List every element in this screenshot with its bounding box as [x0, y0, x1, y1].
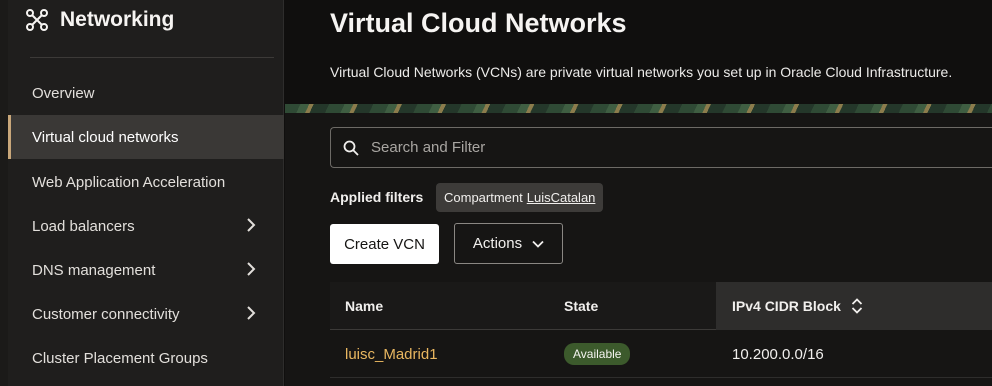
networking-icon	[26, 9, 48, 31]
chevron-right-icon[interactable]	[246, 218, 256, 232]
sidebar-item-label: Web Application Acceleration	[32, 173, 226, 191]
left-edge-strip	[0, 0, 8, 386]
sidebar: Networking Overview Virtual cloud networ…	[8, 0, 284, 386]
search-bar[interactable]	[330, 127, 992, 168]
page-description: Virtual Cloud Networks (VCNs) are privat…	[330, 64, 953, 80]
header-decorative-band	[285, 104, 992, 113]
table-cell-state: Available	[564, 330, 631, 378]
column-header-name[interactable]: Name	[345, 282, 383, 330]
main-content: Virtual Cloud Networks Virtual Cloud Net…	[285, 0, 992, 386]
table-row: luisc_Madrid1 Available 10.200.0.0/16	[330, 330, 992, 378]
sidebar-item-label: Overview	[32, 84, 95, 102]
sidebar-item-label: Cluster Placement Groups	[32, 349, 208, 367]
vcn-table: Name State IPv4 CIDR Block luisc_Madrid1…	[330, 282, 992, 386]
column-header-state[interactable]: State	[564, 282, 598, 330]
content-area: Applied filters Compartment LuisCatalan …	[285, 113, 992, 386]
create-vcn-button[interactable]: Create VCN	[330, 224, 439, 264]
sidebar-item-label: Virtual cloud networks	[32, 128, 179, 146]
column-header-ipv4-cidr[interactable]: IPv4 CIDR Block	[716, 282, 992, 330]
page-header: Virtual Cloud Networks Virtual Cloud Net…	[285, 0, 992, 104]
actions-menu-button[interactable]: Actions	[454, 223, 563, 264]
status-badge: Available	[564, 343, 631, 365]
filter-chip-key: Compartment	[444, 190, 523, 205]
sidebar-item-cluster-placement-groups[interactable]: Cluster Placement Groups	[8, 336, 284, 380]
column-header-label: IPv4 CIDR Block	[732, 298, 841, 314]
table-cell-cidr: 10.200.0.0/16	[732, 345, 824, 363]
table-header: Name State IPv4 CIDR Block	[330, 282, 992, 330]
actions-label: Actions	[472, 235, 523, 252]
sidebar-item-virtual-cloud-networks[interactable]: Virtual cloud networks	[8, 115, 284, 159]
search-icon	[343, 140, 359, 156]
search-input[interactable]	[371, 139, 931, 156]
sidebar-item-label: Load balancers	[32, 217, 135, 235]
sort-icon[interactable]	[851, 298, 863, 314]
chevron-right-icon[interactable]	[246, 262, 256, 276]
filter-chip-compartment[interactable]: Compartment LuisCatalan	[436, 183, 604, 212]
sidebar-item-label: DNS management	[32, 261, 156, 279]
sidebar-item-web-application-acceleration[interactable]: Web Application Acceleration	[8, 160, 284, 204]
chevron-down-icon	[532, 240, 544, 248]
filter-chip-value[interactable]: LuisCatalan	[527, 190, 596, 205]
applied-filters-label: Applied filters	[330, 189, 424, 205]
sidebar-item-label: Customer connectivity	[32, 305, 180, 323]
sidebar-header: Networking	[26, 6, 174, 34]
page-title: Virtual Cloud Networks	[330, 8, 627, 38]
sidebar-divider	[30, 57, 274, 58]
sidebar-item-dns-management[interactable]: DNS management	[8, 248, 284, 292]
sidebar-item-customer-connectivity[interactable]: Customer connectivity	[8, 292, 284, 336]
sidebar-item-load-balancers[interactable]: Load balancers	[8, 204, 284, 248]
vcn-name-link[interactable]: luisc_Madrid1	[345, 346, 438, 363]
table-cell-name: luisc_Madrid1	[345, 330, 438, 378]
chevron-right-icon[interactable]	[246, 306, 256, 320]
sidebar-item-overview[interactable]: Overview	[8, 71, 284, 115]
sidebar-title: Networking	[60, 8, 175, 31]
